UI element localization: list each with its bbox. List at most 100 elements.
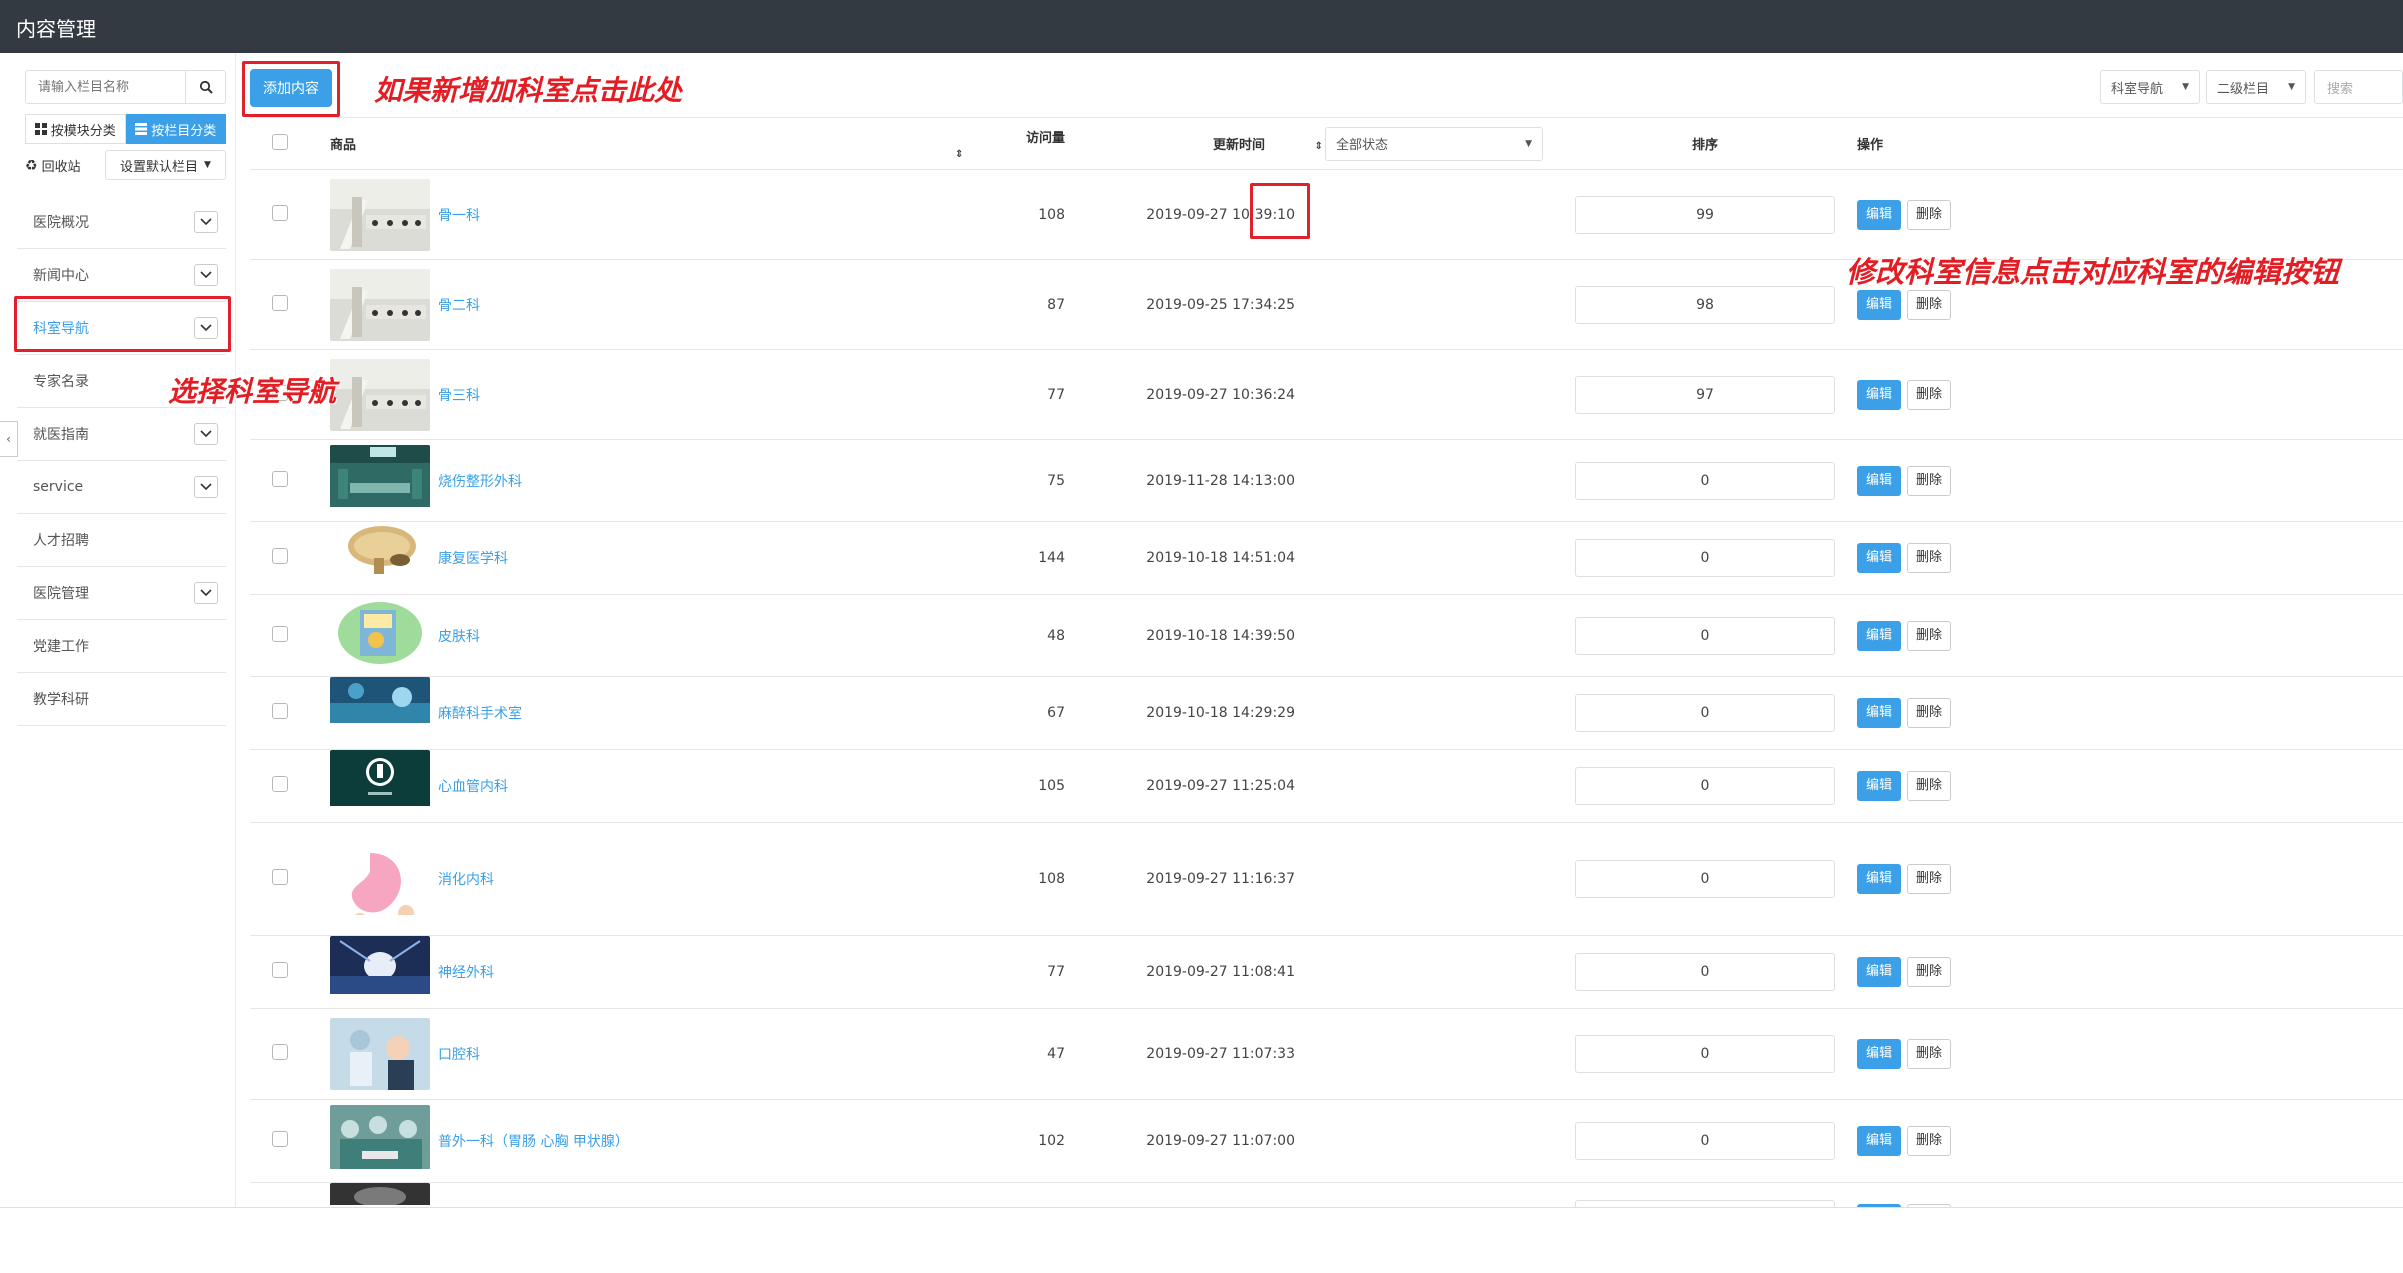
- product-link[interactable]: 口腔科: [438, 1047, 480, 1063]
- product-link[interactable]: 骨一科: [438, 208, 480, 224]
- sidebar-item-label: 党建工作: [33, 639, 89, 655]
- edit-button[interactable]: 编辑: [1857, 543, 1902, 573]
- product-link[interactable]: 骨三科: [438, 388, 480, 404]
- mode-by-column-button[interactable]: 按栏目分类: [125, 114, 226, 144]
- row-checkbox[interactable]: [272, 470, 288, 487]
- visits-header[interactable]: 访问量 ⇕: [925, 117, 1105, 170]
- chevron-down-icon[interactable]: [194, 211, 218, 233]
- product-cell: 骨二科: [310, 259, 925, 350]
- product-link[interactable]: 骨二科: [438, 298, 480, 314]
- chevron-down-icon[interactable]: [194, 264, 218, 286]
- column-search-input[interactable]: [26, 71, 186, 103]
- edit-button[interactable]: 编辑: [1857, 620, 1902, 651]
- sort-input[interactable]: 0: [1575, 539, 1835, 577]
- product-link[interactable]: 皮肤科: [438, 629, 480, 645]
- search-button[interactable]: [185, 71, 225, 103]
- delete-button[interactable]: 删除: [1907, 543, 1952, 573]
- sort-input[interactable]: 98: [1575, 285, 1835, 324]
- delete-button[interactable]: 删除: [1907, 698, 1952, 728]
- row-checkbox[interactable]: [272, 1131, 288, 1147]
- product-link[interactable]: 普外一科（胃肠 心胸 甲状腺）: [438, 1134, 629, 1150]
- delete-button[interactable]: 删除: [1907, 1126, 1952, 1156]
- mode-by-module-button[interactable]: 按模块分类: [25, 114, 126, 144]
- delete-button[interactable]: 删除: [1907, 620, 1952, 651]
- sidebar-item-label: 新闻中心: [33, 268, 89, 284]
- chevron-down-icon[interactable]: [194, 582, 218, 604]
- sort-input[interactable]: 0: [1575, 953, 1835, 991]
- sort-input[interactable]: 0: [1575, 616, 1835, 655]
- chevron-down-icon[interactable]: [194, 476, 218, 498]
- row-checkbox[interactable]: [272, 625, 288, 642]
- sidebar-item[interactable]: 医院概况: [17, 196, 226, 249]
- sort-input[interactable]: 97: [1575, 375, 1835, 414]
- edit-button[interactable]: 编辑: [1857, 1126, 1902, 1156]
- edit-button[interactable]: 编辑: [1857, 771, 1902, 801]
- product-link[interactable]: 心血管内科: [438, 779, 508, 795]
- edit-button[interactable]: 编辑: [1857, 698, 1902, 728]
- sort-input[interactable]: 0: [1575, 1200, 1835, 1207]
- edit-button[interactable]: 编辑: [1857, 289, 1902, 320]
- delete-button[interactable]: 删除: [1907, 957, 1952, 987]
- row-checkbox[interactable]: [272, 204, 288, 221]
- sort-input[interactable]: 0: [1575, 461, 1835, 500]
- row-checkbox[interactable]: [272, 294, 288, 311]
- sidebar-item[interactable]: 人才招聘: [17, 514, 226, 567]
- product-link[interactable]: 烧伤整形外科: [438, 474, 522, 490]
- sidebar-item[interactable]: 教学科研: [17, 673, 226, 726]
- product-thumbnail: [330, 268, 430, 341]
- edit-button[interactable]: 编辑: [1857, 864, 1902, 894]
- status-header: 全部状态 ▼: [1325, 117, 1565, 170]
- sidebar-item[interactable]: 就医指南: [17, 408, 226, 461]
- delete-button[interactable]: 删除: [1907, 465, 1952, 496]
- delete-button[interactable]: 删除: [1907, 771, 1952, 801]
- sort-input[interactable]: 0: [1575, 1122, 1835, 1160]
- edit-button[interactable]: 编辑: [1857, 379, 1902, 410]
- sort-input[interactable]: 0: [1575, 694, 1835, 732]
- select-all-checkbox[interactable]: [272, 133, 288, 150]
- sort-input[interactable]: 0: [1575, 767, 1835, 805]
- delete-button[interactable]: 删除: [1907, 379, 1952, 410]
- sidebar-item[interactable]: 医院管理: [17, 567, 226, 620]
- delete-button[interactable]: 删除: [1907, 864, 1952, 894]
- category-filter-select[interactable]: 科室导航 ▼: [2100, 70, 2200, 104]
- action-cell: 编辑删除: [1845, 439, 2013, 522]
- level-filter-select[interactable]: 二级栏目 ▼: [2206, 70, 2306, 104]
- edit-button[interactable]: 编辑: [1857, 1039, 1902, 1069]
- row-checkbox[interactable]: [272, 776, 288, 792]
- edit-button[interactable]: 编辑: [1857, 465, 1902, 496]
- content-search-input[interactable]: 搜索: [2314, 70, 2403, 104]
- row-checkbox[interactable]: [272, 869, 288, 885]
- sidebar-item[interactable]: service: [17, 461, 226, 514]
- row-checkbox[interactable]: [272, 548, 288, 564]
- sidebar-collapse-button[interactable]: ‹: [0, 421, 18, 457]
- product-link[interactable]: 康复医学科: [438, 551, 508, 567]
- search-icon: [199, 80, 213, 94]
- product-link[interactable]: 麻醉科手术室: [438, 706, 522, 722]
- row-checkbox[interactable]: [272, 703, 288, 719]
- edit-button[interactable]: 编辑: [1857, 199, 1902, 230]
- sidebar-item[interactable]: 新闻中心: [17, 249, 226, 302]
- product-link[interactable]: 消化内科: [438, 872, 494, 888]
- row-checkbox[interactable]: [272, 1044, 288, 1060]
- sidebar-item-label: 医院概况: [33, 215, 89, 231]
- sort-input[interactable]: 99: [1575, 195, 1835, 234]
- sort-input[interactable]: 0: [1575, 1035, 1835, 1073]
- sidebar: 按模块分类 按栏目分类 ♻ 回收站 设置默认栏目 ▼ 医院概况新闻中心科室导航专…: [0, 53, 236, 1207]
- recycle-bin-link[interactable]: ♻ 回收站: [25, 156, 81, 176]
- status-cell: [1325, 594, 1565, 677]
- updated-value: 2019-09-27 11:07:33: [1146, 1046, 1295, 1062]
- updated-header[interactable]: 更新时间 ⇕: [1105, 117, 1325, 170]
- edit-button[interactable]: 编辑: [1857, 957, 1902, 987]
- sidebar-item[interactable]: 党建工作: [17, 620, 226, 673]
- status-filter-select[interactable]: 全部状态 ▼: [1325, 126, 1543, 161]
- sort-input[interactable]: 0: [1575, 860, 1835, 898]
- row-checkbox[interactable]: [272, 962, 288, 978]
- delete-button[interactable]: 删除: [1907, 1039, 1952, 1069]
- delete-button[interactable]: 删除: [1907, 289, 1952, 320]
- product-link[interactable]: 神经外科: [438, 965, 494, 981]
- delete-button[interactable]: 删除: [1907, 199, 1952, 230]
- visits-cell: 108: [925, 169, 1105, 260]
- chevron-down-icon[interactable]: [194, 423, 218, 445]
- set-default-column-dropdown[interactable]: 设置默认栏目 ▼: [105, 150, 226, 180]
- product-thumbnail: [330, 444, 430, 517]
